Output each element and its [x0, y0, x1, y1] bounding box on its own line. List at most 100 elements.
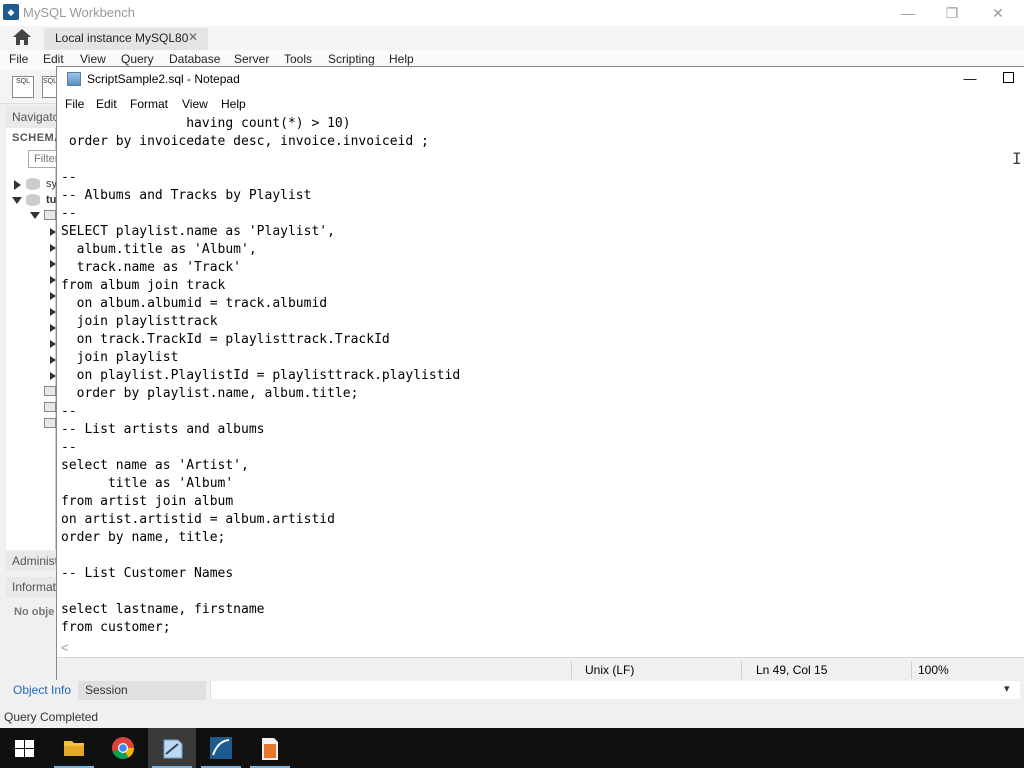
wb-menu-tools[interactable]: Tools	[284, 52, 312, 66]
no-object-selected-text: No obje	[14, 606, 55, 618]
status-divider	[741, 661, 742, 679]
code-line: track.name as 'Track'	[61, 260, 242, 275]
workbench-close-icon[interactable]: ✕	[978, 2, 1018, 24]
tab-object-info[interactable]: Object Info	[13, 683, 71, 697]
code-line: title as 'Album'	[61, 476, 234, 491]
wb-menu-edit[interactable]: Edit	[43, 52, 64, 66]
notepad-window: ScriptSample2.sql - Notepad — File Edit …	[56, 66, 1024, 681]
code-line: -- List artists and albums	[61, 422, 265, 437]
information-tab[interactable]: Informat	[6, 577, 56, 597]
database-icon	[26, 194, 40, 206]
tables-folder-icon	[44, 210, 56, 220]
database-icon	[26, 178, 40, 190]
open-sql-script-icon[interactable]: SQL	[42, 76, 57, 98]
code-line: join playlisttrack	[61, 314, 218, 329]
code-line: on artist.artistid = album.artistid	[61, 512, 335, 527]
information-label: Informat	[12, 580, 57, 594]
workbench-status-text: Query Completed	[4, 710, 99, 724]
code-line: album.title as 'Album',	[61, 242, 257, 257]
powerpoint-icon[interactable]	[246, 728, 294, 768]
code-line: having count(*) > 10)	[61, 116, 351, 131]
workbench-tab-bar: Local instance MySQL80 ✕	[0, 26, 1024, 50]
start-icon[interactable]	[0, 728, 48, 768]
code-line: join playlist	[61, 350, 179, 365]
schema-filter-input[interactable]: Filter	[28, 150, 58, 168]
code-line: -- List Customer Names	[61, 566, 234, 581]
code-line: on album.albumid = track.albumid	[61, 296, 328, 311]
notepad-icon[interactable]	[148, 728, 196, 768]
notepad-minimize-icon[interactable]: —	[952, 69, 988, 91]
new-sql-tab-icon[interactable]: SQL	[12, 76, 34, 98]
notepad-title: ScriptSample2.sql - Notepad	[87, 72, 240, 86]
chrome-icon[interactable]	[99, 728, 147, 768]
administration-tab[interactable]: Administ	[6, 551, 59, 571]
workbench-title: MySQL Workbench	[23, 5, 135, 20]
code-line: --	[61, 404, 77, 419]
np-menu-format[interactable]: Format	[130, 97, 168, 111]
code-line: --	[61, 440, 77, 455]
functions-folder-icon[interactable]	[44, 418, 56, 428]
collapse-arrow-icon[interactable]	[30, 212, 40, 219]
notepad-maximize-icon[interactable]	[1003, 72, 1014, 83]
code-line: SELECT playlist.name as 'Playlist',	[61, 224, 335, 239]
schema-filter-placeholder: Filter	[34, 153, 59, 165]
code-line: --	[61, 170, 77, 185]
mysql-workbench-logo-icon: ◆	[3, 4, 19, 20]
np-menu-view[interactable]: View	[182, 97, 208, 111]
collapse-arrow-icon[interactable]	[12, 197, 22, 204]
notepad-menu-bar: File Edit Format View Help	[57, 95, 1024, 115]
wb-menu-database[interactable]: Database	[169, 52, 220, 66]
mysql-workbench-icon[interactable]	[197, 728, 245, 768]
wb-menu-scripting[interactable]: Scripting	[328, 52, 375, 66]
schema-tunes-label[interactable]: tu	[46, 194, 56, 206]
code-line: on playlist.PlaylistId = playlisttrack.p…	[61, 368, 461, 383]
workbench-status-bar: Query Completed	[0, 706, 1024, 728]
np-menu-edit[interactable]: Edit	[96, 97, 117, 111]
notepad-icon	[67, 72, 81, 86]
workbench-minimize-icon[interactable]: —	[888, 2, 928, 24]
output-selector[interactable]	[210, 681, 1020, 699]
horizontal-scrollbar[interactable]: <	[57, 639, 1024, 657]
scroll-left-icon[interactable]: <	[61, 640, 69, 655]
np-menu-help[interactable]: Help	[221, 97, 246, 111]
notepad-title-bar[interactable]: ScriptSample2.sql - Notepad —	[57, 67, 1024, 93]
wb-menu-file[interactable]: File	[9, 52, 28, 66]
stored-procedures-folder-icon[interactable]	[44, 402, 56, 412]
tab-session[interactable]: Session	[78, 680, 206, 700]
code-line: -- Albums and Tracks by Playlist	[61, 188, 312, 203]
expand-arrow-icon[interactable]	[14, 180, 21, 190]
notepad-status-bar: Unix (LF) Ln 49, Col 15 100%	[57, 657, 1024, 681]
file-explorer-icon[interactable]	[50, 728, 98, 768]
code-line: order by name, title;	[61, 530, 226, 545]
code-line: from album join track	[61, 278, 226, 293]
code-line: --	[61, 206, 77, 221]
navigator-header: Navigato	[6, 106, 60, 128]
code-line: on track.TrackId = playlisttrack.TrackId	[61, 332, 390, 347]
np-menu-file[interactable]: File	[65, 97, 84, 111]
notepad-text-area[interactable]: having count(*) > 10) order by invoiceda…	[57, 115, 1024, 639]
tab-session-label: Session	[85, 683, 128, 697]
code-line: order by playlist.name, album.title;	[61, 386, 359, 401]
views-folder-icon[interactable]	[44, 386, 56, 396]
wb-menu-view[interactable]: View	[80, 52, 106, 66]
code-line: select name as 'Artist',	[61, 458, 249, 473]
text-cursor-icon: I	[1012, 149, 1022, 168]
code-line: order by invoicedate desc, invoice.invoi…	[61, 134, 429, 149]
windows-taskbar	[0, 728, 1024, 768]
code-line: from customer;	[61, 620, 171, 635]
status-divider	[911, 661, 912, 679]
chevron-down-icon[interactable]: ▾	[1004, 682, 1010, 695]
wb-menu-help[interactable]: Help	[389, 52, 414, 66]
wb-menu-server[interactable]: Server	[234, 52, 269, 66]
home-icon[interactable]	[12, 28, 32, 46]
wb-menu-query[interactable]: Query	[121, 52, 154, 66]
administration-label: Administ	[12, 554, 59, 568]
line-ending-status: Unix (LF)	[585, 663, 635, 677]
connection-tab[interactable]: Local instance MySQL80 ✕	[44, 28, 208, 50]
close-tab-icon[interactable]: ✕	[188, 30, 198, 44]
zoom-status: 100%	[918, 663, 949, 677]
workbench-restore-icon[interactable]: ❐	[932, 2, 972, 24]
code-line: select lastname, firstname	[61, 602, 265, 617]
navigator-label: Navigato	[12, 110, 60, 124]
connection-tab-label: Local instance MySQL80	[55, 31, 189, 45]
